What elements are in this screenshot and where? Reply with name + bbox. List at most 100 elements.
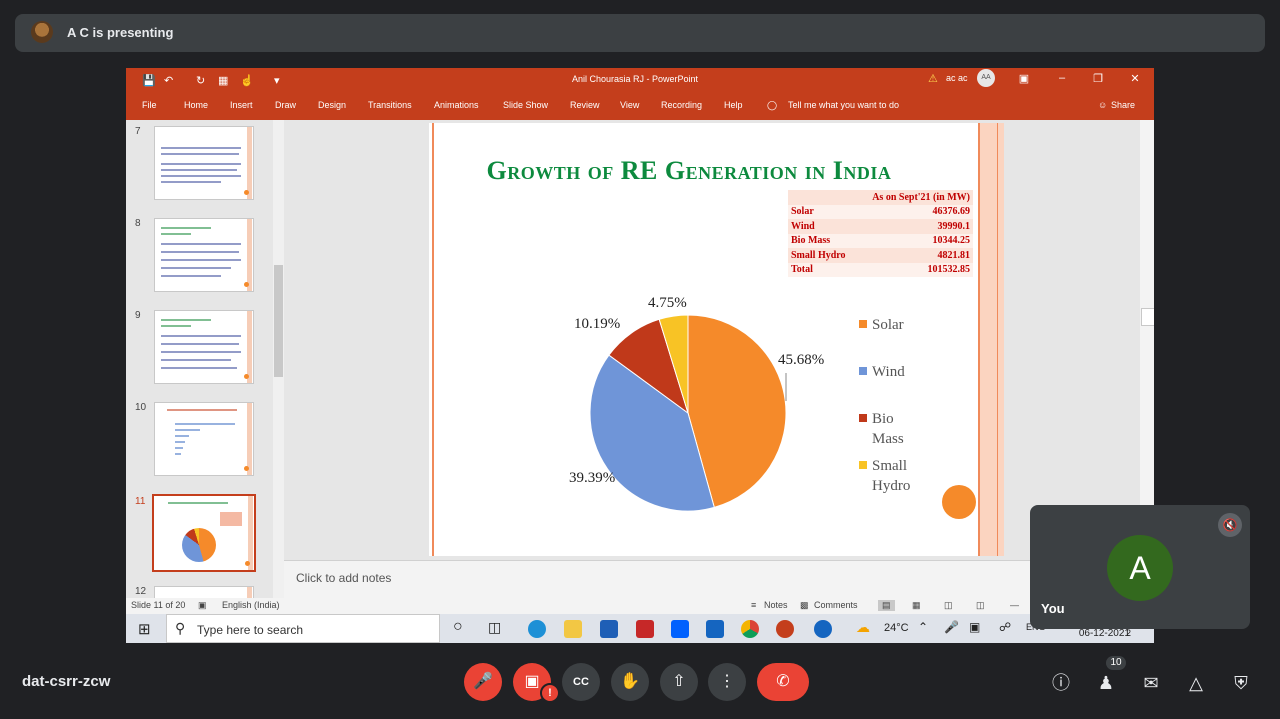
- windows-start-icon[interactable]: ⊞: [138, 620, 151, 638]
- slide-thumbnail-8[interactable]: [154, 218, 254, 292]
- user-name: ac ac: [946, 73, 968, 83]
- thumbnail-scrollbar[interactable]: [273, 120, 284, 598]
- notes-button[interactable]: Notes: [764, 600, 788, 610]
- taskbar-search[interactable]: ⚲ Type here to search: [166, 614, 440, 643]
- restore-icon[interactable]: ❐: [1088, 72, 1108, 85]
- slide-sorter-icon[interactable]: ▦: [912, 600, 921, 611]
- present-button[interactable]: ⇧: [660, 663, 698, 701]
- user-avatar[interactable]: AA: [977, 69, 995, 87]
- legend-bio-line2: Mass: [872, 431, 904, 447]
- raise-hand-button[interactable]: ✋: [611, 663, 649, 701]
- app-icon[interactable]: [636, 620, 654, 638]
- thumb-number: 11: [135, 496, 146, 507]
- muted-mic-icon: 🔇: [1218, 513, 1242, 537]
- slideshow-icon[interactable]: ▦: [218, 74, 228, 87]
- presenter-text: A C is presenting: [67, 25, 174, 40]
- captions-button[interactable]: CC: [562, 663, 600, 701]
- notification-count[interactable]: 2: [1126, 628, 1131, 638]
- cortana-icon[interactable]: ○: [453, 618, 463, 636]
- tab-home[interactable]: Home: [184, 100, 208, 110]
- ppt-titlebar: 💾 ↶ ↻ ▦ ☝ ▾ Anil Chourasia RJ - PowerPoi…: [126, 68, 1154, 120]
- activities-icon[interactable]: △: [1183, 670, 1209, 696]
- tab-animations[interactable]: Animations: [434, 100, 479, 110]
- slide-thumbnail-10[interactable]: [154, 402, 254, 476]
- spellcheck-icon[interactable]: ▣: [198, 600, 207, 611]
- taskbar-date[interactable]: 06-12-2021: [1079, 628, 1130, 639]
- notes-icon: ≡: [751, 600, 757, 610]
- dropbox-icon[interactable]: [671, 620, 689, 638]
- tell-me-search[interactable]: Tell me what you want to do: [788, 100, 899, 110]
- tab-review[interactable]: Review: [570, 100, 600, 110]
- close-icon[interactable]: ✕: [1125, 72, 1145, 85]
- current-slide[interactable]: Growth of RE Generation in India As on S…: [429, 123, 1004, 556]
- tab-draw[interactable]: Draw: [275, 100, 296, 110]
- tab-slide-show[interactable]: Slide Show: [503, 100, 548, 110]
- edge-icon[interactable]: [528, 620, 546, 638]
- share-button[interactable]: Share: [1111, 100, 1135, 110]
- status-bar: Slide 11 of 20 ▣ English (India) ≡ Notes…: [126, 598, 1154, 614]
- lightbulb-icon: ◯: [767, 100, 778, 110]
- mail-icon[interactable]: [706, 620, 724, 638]
- store-icon[interactable]: [600, 620, 618, 638]
- tray-device-icon[interactable]: ▣: [969, 620, 980, 634]
- meeting-code[interactable]: dat-csrr-zcw: [22, 673, 110, 690]
- notes-pane[interactable]: Click to add notes: [284, 560, 1154, 599]
- language[interactable]: English (India): [222, 600, 280, 610]
- reading-view-icon[interactable]: ◫: [944, 600, 953, 611]
- tray-mic-icon[interactable]: 🎤: [944, 620, 959, 634]
- powerpoint-taskbar-icon[interactable]: [776, 620, 794, 638]
- task-view-icon[interactable]: ◫: [488, 619, 501, 636]
- legend-bio: Bio: [859, 411, 894, 428]
- thumb-number: 7: [135, 126, 141, 137]
- meeting-details-icon[interactable]: ⓘ: [1048, 670, 1074, 696]
- tray-network-icon[interactable]: ☍: [999, 620, 1011, 634]
- tab-view[interactable]: View: [620, 100, 639, 110]
- self-avatar: A: [1107, 535, 1173, 601]
- tab-design[interactable]: Design: [318, 100, 346, 110]
- help-icon[interactable]: [814, 620, 832, 638]
- slide-thumbnail-9[interactable]: [154, 310, 254, 384]
- leave-call-button[interactable]: ✆: [757, 663, 809, 701]
- comments-button[interactable]: Comments: [814, 600, 858, 610]
- thumb-number: 8: [135, 218, 141, 229]
- thumb-number: 10: [135, 402, 147, 413]
- tab-help[interactable]: Help: [724, 100, 743, 110]
- participant-count: 10: [1106, 656, 1126, 670]
- people-icon[interactable]: ♟: [1093, 670, 1119, 696]
- weather-icon: ☁: [856, 619, 870, 635]
- tab-transitions[interactable]: Transitions: [368, 100, 412, 110]
- ribbon-display-icon[interactable]: ▣: [1014, 72, 1034, 85]
- touch-mode-icon[interactable]: ☝: [240, 74, 254, 87]
- zoom-slider[interactable]: —: [1010, 600, 1019, 610]
- redo-icon[interactable]: ↻: [196, 74, 205, 87]
- thumb-number: 12: [135, 586, 147, 597]
- temperature[interactable]: 24°C: [884, 622, 909, 634]
- pie-label-solar: 45.68%: [778, 352, 825, 368]
- notes-placeholder: Click to add notes: [296, 571, 392, 585]
- slideshow-view-icon[interactable]: ◫: [976, 600, 985, 611]
- chat-icon[interactable]: ✉: [1138, 670, 1164, 696]
- tray-chevron-icon[interactable]: ⌃: [918, 620, 928, 634]
- file-explorer-icon[interactable]: [564, 620, 582, 638]
- undo-icon[interactable]: ↶: [164, 74, 173, 87]
- normal-view-icon[interactable]: ▤: [878, 600, 895, 611]
- legend-wind: Wind: [859, 364, 905, 381]
- self-video-tile[interactable]: A You 🔇: [1030, 505, 1250, 629]
- tab-file[interactable]: File: [142, 100, 157, 110]
- chrome-icon[interactable]: [741, 620, 759, 638]
- tab-insert[interactable]: Insert: [230, 100, 253, 110]
- host-controls-icon[interactable]: ⛨: [1228, 670, 1254, 696]
- editor-scrollbar[interactable]: [1140, 120, 1154, 560]
- mic-off-button[interactable]: 🎤: [464, 663, 502, 701]
- tab-recording[interactable]: Recording: [661, 100, 702, 110]
- slide-thumbnail-7[interactable]: [154, 126, 254, 200]
- pie-chart: [589, 314, 787, 512]
- save-icon[interactable]: 💾: [142, 74, 156, 87]
- slide-thumbnail-12[interactable]: [154, 586, 254, 598]
- more-options-button[interactable]: ⋮: [708, 663, 746, 701]
- ribbon-tabs: File Home Insert Draw Design Transitions…: [126, 100, 1154, 120]
- search-placeholder: Type here to search: [197, 623, 304, 637]
- slide-thumbnail-11-selected[interactable]: [152, 494, 256, 572]
- minimize-icon[interactable]: –: [1052, 72, 1072, 84]
- customize-qat-icon[interactable]: ▾: [274, 74, 280, 87]
